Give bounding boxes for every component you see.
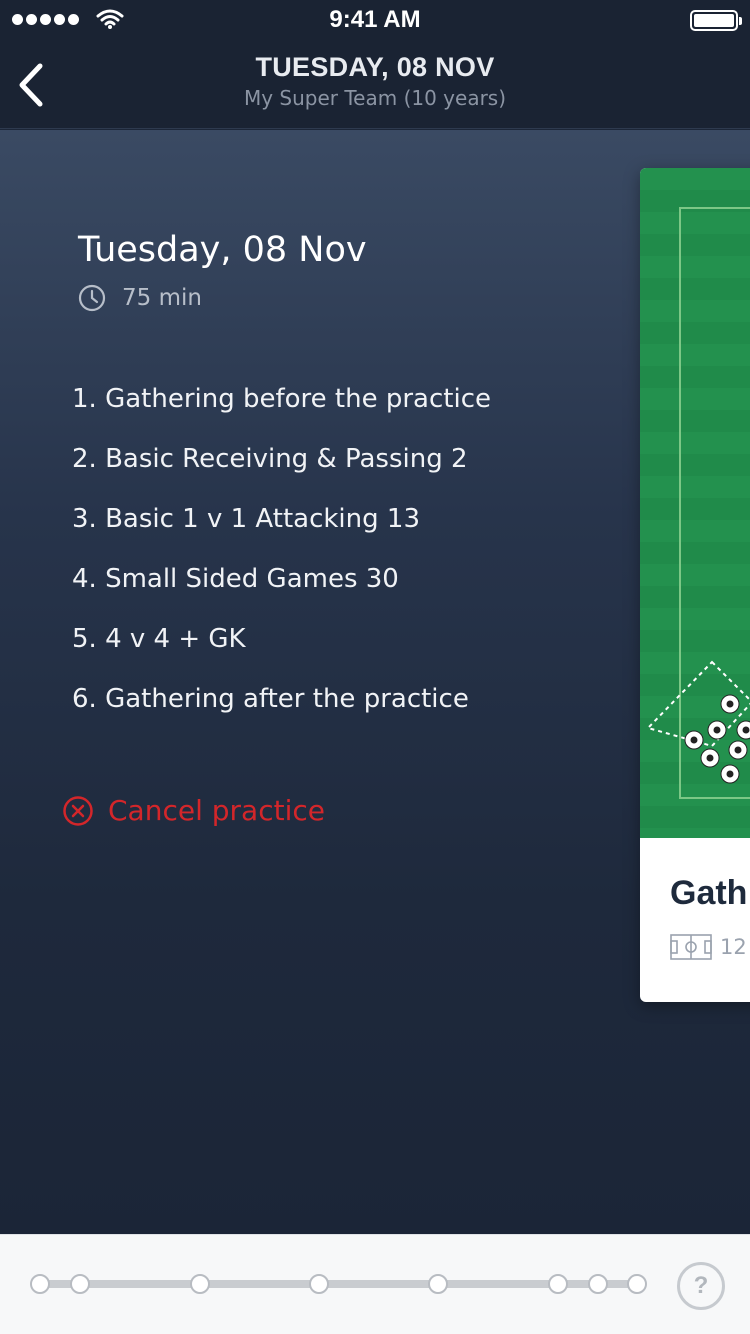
page-title: TUESDAY, 08 NOV [255,52,495,82]
progress-dot[interactable] [30,1274,50,1294]
progress-dot[interactable] [70,1274,90,1294]
help-button[interactable]: ? [677,1262,725,1310]
status-time: 9:41 AM [329,6,421,33]
drill-card[interactable]: Gath 12 [640,168,750,1002]
cancel-practice-label: Cancel practice [108,794,325,827]
team-subtitle: My Super Team (10 years) [243,86,507,110]
soccer-balls [684,694,750,784]
list-item[interactable]: 3. Basic 1 v 1 Attacking 13 [72,500,491,560]
list-item[interactable]: 2. Basic Receiving & Passing 2 [72,440,491,500]
drill-card-meta: 12 [670,934,747,960]
duration-label: 75 min [122,285,202,311]
progress-dot[interactable] [548,1274,568,1294]
practice-duration: 75 min [78,284,202,312]
pitch-diagram [640,168,750,838]
progress-track[interactable] [0,1235,680,1334]
navigation-bar: TUESDAY, 08 NOV My Super Team (10 years) [0,40,750,129]
field-icon [670,934,712,960]
battery-icon [690,10,742,31]
progress-dot[interactable] [428,1274,448,1294]
drill-list: 1. Gathering before the practice 2. Basi… [72,380,491,740]
drill-card-title: Gath [670,874,748,912]
progress-dot[interactable] [190,1274,210,1294]
progress-dot[interactable] [588,1274,608,1294]
progress-dot[interactable] [309,1274,329,1294]
bottom-bar: ? [0,1234,750,1334]
practice-date: Tuesday, 08 Nov [78,230,367,270]
cancel-practice-button[interactable]: Cancel practice [62,794,325,827]
pitch-markings [646,207,750,799]
list-item[interactable]: 6. Gathering after the practice [72,680,491,740]
clock-icon [78,284,106,312]
list-item[interactable]: 1. Gathering before the practice [72,380,491,440]
drill-card-count: 12 [720,935,747,959]
list-item[interactable]: 4. Small Sided Games 30 [72,560,491,620]
progress-dot[interactable] [627,1274,647,1294]
status-bar: 9:41 AM [0,0,750,40]
practice-detail: Tuesday, 08 Nov 75 min 1. Gathering befo… [0,130,750,1234]
list-item[interactable]: 5. 4 v 4 + GK [72,620,491,680]
cancel-circle-icon [63,795,93,826]
